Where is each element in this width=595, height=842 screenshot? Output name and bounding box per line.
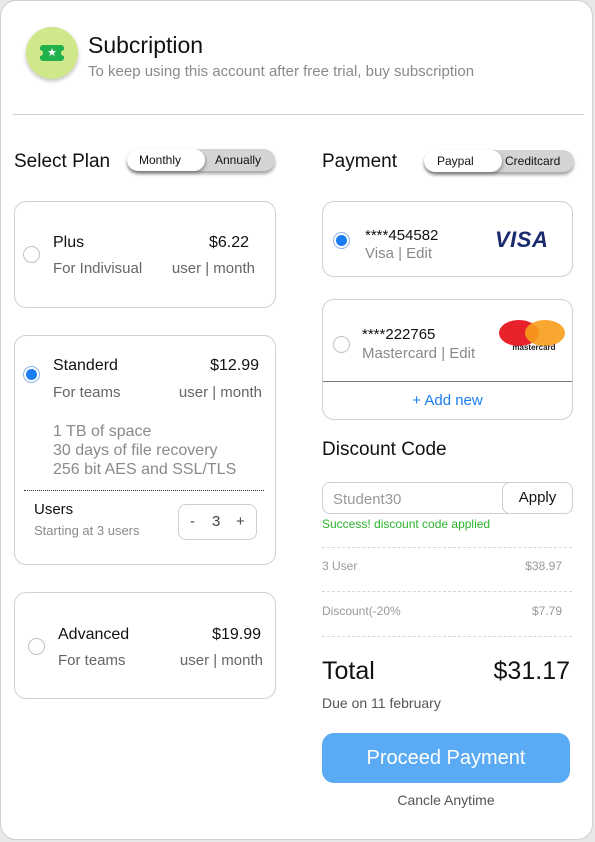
cancel-anytime-link[interactable]: Cancle Anytime xyxy=(322,792,570,808)
due-date: Due on 11 february xyxy=(322,695,441,711)
card-number: ****454582 xyxy=(365,227,439,244)
total-amount: $31.17 xyxy=(493,657,570,685)
plan-features: 1 TB of space 30 days of file recovery 2… xyxy=(53,422,236,479)
plan-price: $12.99 xyxy=(210,357,259,374)
add-new-card-button[interactable]: + Add new xyxy=(323,392,572,409)
toggle-creditcard[interactable]: Creditcard xyxy=(505,154,560,168)
discount-code-value: Student30 xyxy=(333,491,402,508)
visa-logo: VISA xyxy=(495,227,549,252)
plan-audience: For Indivisual xyxy=(53,260,143,277)
plan-unit: user | month xyxy=(171,260,255,277)
proceed-payment-button[interactable]: Proceed Payment xyxy=(322,733,570,783)
plan-name: Plus xyxy=(53,234,85,251)
users-hint: Starting at 3 users xyxy=(34,523,140,538)
card-meta: Visa | Edit xyxy=(365,245,433,262)
plan-unit: user | month xyxy=(178,384,262,401)
summary-amount: $7.79 xyxy=(531,604,562,618)
card-visa[interactable]: ****454582 Visa | Edit VISA xyxy=(322,201,573,277)
subscription-card: ★ Subcription To keep using this account… xyxy=(0,0,593,840)
summary-divider xyxy=(322,591,572,592)
total-label: Total xyxy=(322,657,375,685)
toggle-annually[interactable]: Annually xyxy=(215,153,261,167)
plan-name: Advanced xyxy=(58,626,130,643)
ticket-icon: ★ xyxy=(26,27,78,79)
summary-divider xyxy=(322,636,572,637)
plan-plus[interactable]: Plus $6.22 For Indivisual user | month xyxy=(14,201,276,308)
card-edit-link[interactable]: Edit xyxy=(449,345,475,362)
feature-item: 256 bit AES and SSL/TLS xyxy=(53,461,237,478)
discount-heading: Discount Code xyxy=(322,439,447,460)
plan-standerd[interactable]: Standerd $12.99 For teams user | month 1… xyxy=(14,335,276,565)
feature-item: 1 TB of space xyxy=(53,423,152,440)
summary-label: Discount(-20% xyxy=(322,604,401,618)
feature-item: 30 days of file recovery xyxy=(53,442,218,459)
summary-label: 3 User xyxy=(322,559,358,573)
plan-price: $19.99 xyxy=(212,626,261,643)
card-brand: Visa xyxy=(365,245,394,262)
users-stepper[interactable]: - 3 + xyxy=(178,504,257,540)
plan-unit: user | month xyxy=(179,652,263,669)
summary-divider xyxy=(322,547,572,548)
card-mastercard-radio[interactable] xyxy=(333,336,350,353)
card-meta: Mastercard | Edit xyxy=(362,345,476,362)
payment-method-toggle[interactable]: Paypal Creditcard xyxy=(424,150,574,172)
users-label: Users xyxy=(34,501,74,518)
page-title: Subcription xyxy=(88,32,204,58)
apply-button[interactable]: Apply xyxy=(502,482,573,514)
billing-period-toggle[interactable]: Monthly Annually xyxy=(127,149,275,171)
card-brand: Mastercard xyxy=(362,345,438,362)
header-divider xyxy=(13,114,584,115)
plan-advanced[interactable]: Advanced $19.99 For teams user | month xyxy=(14,592,276,699)
plan-standerd-radio[interactable] xyxy=(23,366,40,383)
page-subtitle: To keep using this account after free tr… xyxy=(88,63,475,80)
payment-heading: Payment xyxy=(322,151,397,172)
decrement-button[interactable]: - xyxy=(190,513,195,530)
increment-button[interactable]: + xyxy=(236,513,245,530)
discount-code-input[interactable]: Student30 xyxy=(322,482,518,514)
toggle-monthly[interactable]: Monthly xyxy=(139,153,181,167)
card-number: ****222765 xyxy=(362,326,436,343)
plan-name: Standerd xyxy=(53,357,118,374)
plan-audience: For teams xyxy=(53,384,121,401)
plan-price: $6.22 xyxy=(208,234,249,251)
plan-advanced-radio[interactable] xyxy=(28,638,45,655)
card-mastercard[interactable]: ****222765 Mastercard | Edit mastercard … xyxy=(322,299,573,420)
select-plan-heading: Select Plan xyxy=(14,151,111,172)
mastercard-logo: mastercard xyxy=(499,318,567,354)
features-divider xyxy=(24,490,264,491)
toggle-paypal[interactable]: Paypal xyxy=(437,154,474,168)
card-visa-radio[interactable] xyxy=(333,232,350,249)
summary-amount: $38.97 xyxy=(525,559,562,573)
discount-success-message: Success! discount code applied xyxy=(322,517,491,531)
users-count: 3 xyxy=(212,513,221,530)
plan-audience: For teams xyxy=(58,652,126,669)
card-edit-link[interactable]: Edit xyxy=(406,245,432,262)
plan-plus-radio[interactable] xyxy=(23,246,40,263)
card-divider xyxy=(323,381,572,382)
